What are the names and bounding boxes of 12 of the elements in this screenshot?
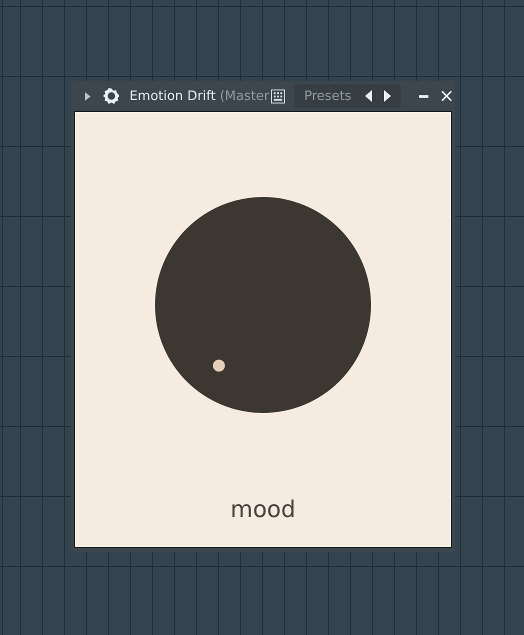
mood-knob[interactable] <box>155 197 371 413</box>
close-icon[interactable] <box>440 90 452 102</box>
window-title: Emotion Drift <box>129 88 216 104</box>
window-subtitle: (Master <box>220 88 270 104</box>
presets-button[interactable]: Presets <box>304 88 352 104</box>
settings-icon[interactable] <box>102 87 120 105</box>
previous-icon[interactable] <box>365 90 372 102</box>
knob-label: mood <box>230 497 296 523</box>
minimize-icon[interactable] <box>419 94 429 98</box>
expand-icon[interactable] <box>85 92 91 100</box>
grid-icon[interactable] <box>271 88 286 104</box>
next-icon[interactable] <box>384 90 392 102</box>
